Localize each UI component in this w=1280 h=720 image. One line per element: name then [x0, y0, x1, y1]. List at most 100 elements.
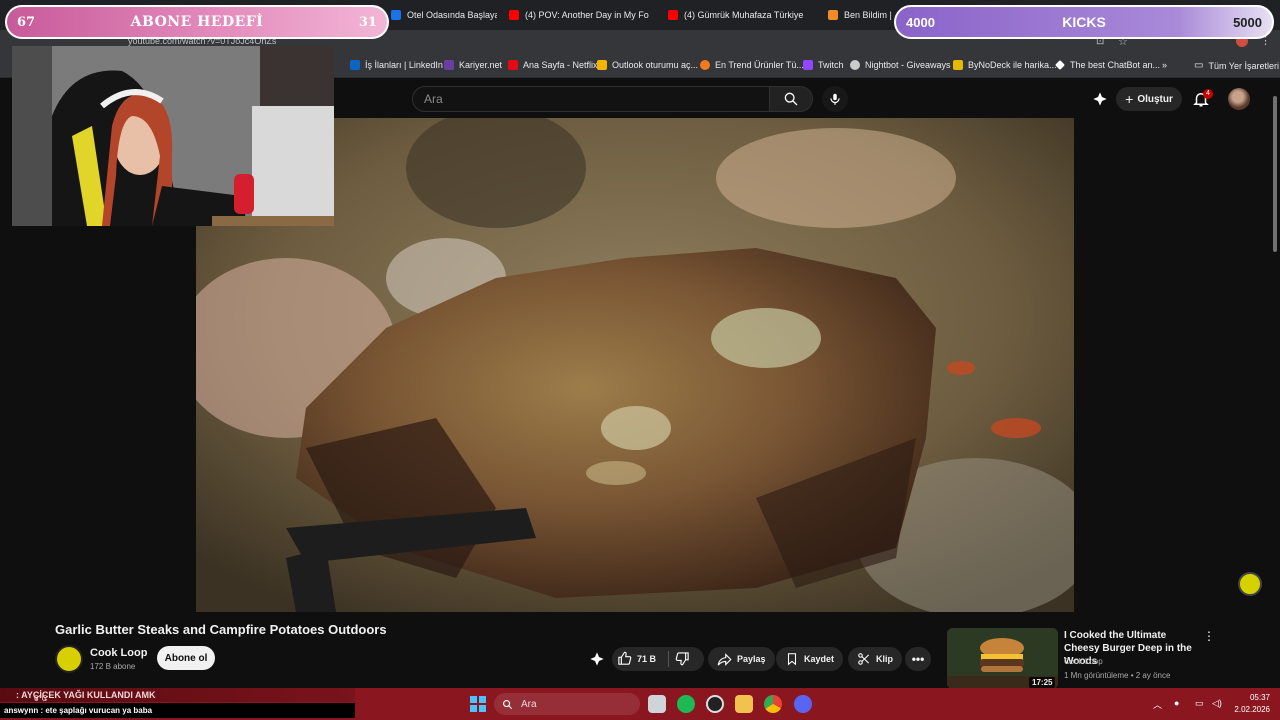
ai-sparkle-icon — [590, 652, 604, 666]
save-label: Kaydet — [804, 654, 835, 664]
chatbot-icon — [1055, 60, 1065, 70]
goal-label: ABONE HEDEFİ — [130, 14, 264, 30]
taskbar-search[interactable]: Ara — [494, 693, 640, 715]
thumbs-down-icon — [675, 652, 689, 666]
bookmark-label: ByNoDeck ile harika... — [968, 60, 1057, 70]
chat-message: answynn : ete şaplağı vurucan ya baba — [0, 703, 355, 718]
search-input[interactable]: Ara — [412, 86, 770, 112]
all-bookmarks[interactable]: ▭ Tüm Yer İşaretleri — [1194, 60, 1279, 71]
subscribe-button[interactable]: Abone ol — [157, 646, 215, 670]
search-button[interactable] — [769, 86, 813, 112]
goal-current: 67 — [17, 14, 36, 30]
recommendation-channel[interactable]: Cook Loop — [1064, 657, 1103, 666]
chevron-up-icon[interactable]: ︿ — [1153, 698, 1162, 711]
display-icon[interactable]: ▭ — [1195, 698, 1204, 709]
weather-widget[interactable]: 6°C — [34, 694, 47, 703]
subscriber-goal-bar: 67 ABONE HEDEFİ 31 — [5, 5, 389, 39]
goal-target: 5000 — [1233, 14, 1262, 30]
tab-favicon-icon — [391, 10, 401, 20]
trendyol-icon — [700, 60, 710, 70]
tab-label: Otel Odasında Başlayan — [407, 10, 497, 20]
close-icon[interactable]: ✕ — [655, 10, 657, 21]
channel-watermark-logo[interactable] — [1238, 572, 1262, 596]
netflix-icon — [508, 60, 518, 70]
tab-favicon-icon — [828, 10, 838, 20]
dislike-button[interactable] — [675, 651, 690, 671]
windows-start-icon[interactable] — [470, 696, 486, 717]
bookmark-twitch[interactable]: Twitch — [803, 60, 844, 70]
more-vertical-icon[interactable]: ⋮ — [1203, 629, 1215, 643]
bookmark-label: Ana Sayfa - Netflix — [523, 60, 598, 70]
clip-button[interactable]: Klip — [848, 647, 902, 671]
ai-ask-button[interactable] — [589, 651, 605, 672]
search-icon — [503, 699, 513, 709]
create-label: Oluştur — [1137, 93, 1173, 105]
scrollbar-thumb[interactable] — [1273, 96, 1277, 252]
file-explorer-icon[interactable] — [735, 695, 753, 713]
webcam-feed-image — [12, 46, 334, 226]
chrome-icon[interactable] — [764, 695, 782, 713]
bookmark-icon — [787, 653, 797, 666]
clip-label: Klip — [876, 654, 893, 664]
scissors-icon — [858, 653, 870, 665]
browser-tab[interactable]: Otel Odasında Başlayan ✕ — [385, 4, 497, 26]
voice-search-button[interactable] — [822, 86, 848, 112]
share-label: Paylaş — [737, 654, 766, 664]
youtube-favicon-icon — [668, 10, 678, 20]
tab-label: (4) Gümrük Muhafaza Türkiye — [684, 10, 804, 20]
channel-name[interactable]: Cook Loop — [90, 647, 147, 659]
twitch-icon — [803, 60, 813, 70]
bookmark-outlook[interactable]: Outlook oturumu aç... — [597, 60, 698, 70]
bookmark-nightbot[interactable]: Nightbot - Giveaways — [850, 60, 951, 70]
bookmark-label: Kariyer.net — [459, 60, 503, 70]
bookmark-label: İş İlanları | LinkedIn — [365, 60, 443, 70]
bookmark-label: Tüm Yer İşaretleri — [1208, 60, 1279, 71]
like-button[interactable]: 71 B — [617, 651, 656, 666]
bookmark-trendyol[interactable]: En Trend Ürünler Tü... — [700, 60, 804, 70]
browser-tab[interactable]: (4) Gümrük Muhafaza Türkiye ✕ — [662, 4, 814, 26]
channel-avatar[interactable] — [55, 645, 83, 673]
obs-icon[interactable] — [706, 695, 724, 713]
bookmark-label: Nightbot - Giveaways — [865, 60, 951, 70]
system-clock[interactable]: 05:37 2.02.2026 — [1230, 692, 1270, 716]
bookmark-label: » — [1162, 60, 1168, 70]
bookmark-netflix[interactable]: Ana Sayfa - Netflix — [508, 60, 598, 70]
taskbar-search-label: Ara — [521, 698, 537, 710]
subscriber-count: 172 B abone — [90, 662, 136, 671]
bookmark-label: Twitch — [818, 60, 844, 70]
bookmark-label: En Trend Ürünler Tü... — [715, 60, 804, 70]
microphone-icon — [830, 93, 840, 105]
browser-tab[interactable]: Ben Bildim | Ar — [822, 4, 894, 26]
bookmark-chatbot[interactable]: The best ChatBot an... — [1055, 60, 1160, 70]
avatar[interactable] — [1228, 88, 1250, 110]
bookmark-bynodeck[interactable]: ByNoDeck ile harika... — [953, 60, 1057, 70]
task-view-icon[interactable] — [648, 695, 666, 713]
microphone-tray-icon[interactable]: ● — [1174, 698, 1179, 708]
discord-icon[interactable] — [794, 695, 812, 713]
share-button[interactable]: Paylaş — [708, 647, 775, 671]
speaker-icon[interactable]: ◁) — [1212, 698, 1222, 709]
spotify-icon[interactable] — [677, 695, 695, 713]
chat-message: : AYÇİÇEK YAĞI KULLANDI AMK — [0, 688, 355, 702]
kicks-goal-bar: 4000 KICKS 5000 — [894, 5, 1274, 39]
bookmark-linkedin[interactable]: İş İlanları | LinkedIn — [350, 60, 443, 70]
share-icon — [717, 652, 732, 666]
folder-icon: ▭ — [1194, 60, 1204, 71]
webcam-overlay — [12, 46, 334, 226]
plus-icon: + — [1125, 91, 1134, 107]
thumbs-up-icon — [618, 651, 632, 665]
close-icon[interactable]: ✕ — [809, 10, 814, 21]
browser-tab[interactable]: (4) POV: Another Day in My Fo ✕ — [503, 4, 657, 26]
recommendation-meta: 1 Mn görüntüleme • 2 ay önce — [1064, 671, 1171, 680]
bookmarks-overflow-icon[interactable]: » — [1162, 60, 1167, 70]
bookmark-kariyer[interactable]: Kariyer.net — [444, 60, 502, 70]
more-actions-button[interactable]: ••• — [905, 647, 931, 671]
search-icon — [784, 92, 798, 106]
create-button[interactable]: + Oluştur — [1116, 87, 1182, 111]
notification-count-badge: 4 — [1203, 89, 1213, 99]
save-button[interactable]: Kaydet — [776, 647, 844, 671]
ai-sparkle-icon[interactable] — [1092, 91, 1108, 112]
bookmark-label: Outlook oturumu aç... — [612, 60, 699, 70]
more-horizontal-icon: ••• — [911, 652, 925, 666]
goal-label: KICKS — [1062, 14, 1106, 30]
